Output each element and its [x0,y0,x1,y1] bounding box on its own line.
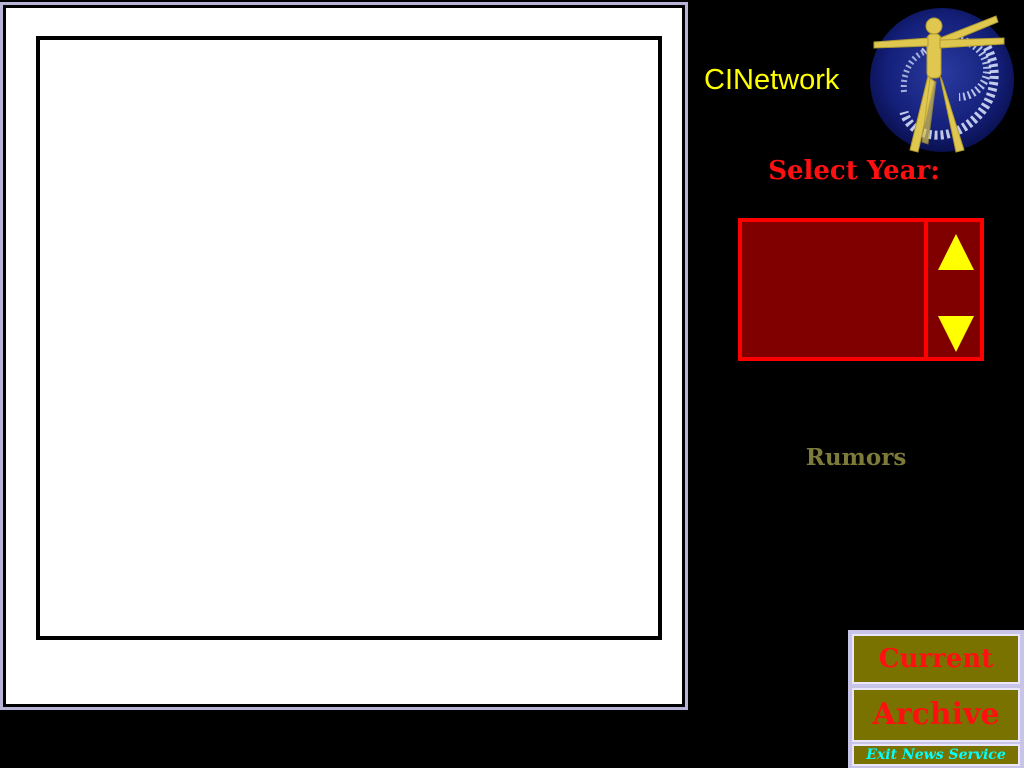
content-panel [0,2,688,710]
current-button[interactable]: Current [852,634,1020,684]
brand-title: CINetwork [704,64,840,96]
triangle-up-icon [938,234,974,270]
article-display-area [36,36,662,640]
year-up-button[interactable] [936,230,976,274]
nav-panel: Current Archive Exit News Service [848,630,1024,768]
select-year-label: Select Year: [768,156,940,186]
year-selector [738,218,984,361]
archive-button[interactable]: Archive [852,688,1020,742]
year-down-button[interactable] [936,312,976,356]
vitruvian-man-logo-icon [870,8,1014,153]
rumors-link[interactable]: Rumors [756,444,956,471]
triangle-down-icon [938,316,974,352]
year-list[interactable] [742,222,928,357]
exit-news-service-button[interactable]: Exit News Service [852,744,1020,766]
news-service-screen: CINetwork Select Year: Rumors Current Ar… [0,0,1024,768]
